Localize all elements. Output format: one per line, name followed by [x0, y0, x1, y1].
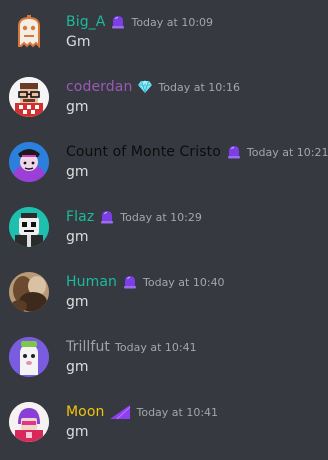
timestamp: Today at 10:40: [143, 275, 225, 289]
timestamp: Today at 10:16: [158, 80, 240, 94]
message-header: coderdan Today at 10:16: [66, 77, 240, 97]
message-item: Trillfut Today at 10:41 gm: [0, 337, 328, 397]
username[interactable]: Count of Monte Cristo: [66, 144, 221, 160]
timestamp: Today at 10:41: [136, 405, 219, 419]
alien-avatar-icon[interactable]: [9, 337, 49, 377]
diamond-icon[interactable]: [137, 79, 153, 95]
message-header: Moon Today at 10:41: [66, 402, 218, 422]
purple-orb-icon[interactable]: [99, 209, 115, 225]
username[interactable]: Big_A: [66, 14, 105, 30]
purple-orb-icon[interactable]: [122, 274, 138, 290]
message-content: Gm: [66, 34, 91, 50]
glasses-avatar-icon[interactable]: [9, 77, 49, 117]
message-header: Trillfut Today at 10:41: [66, 337, 197, 357]
message-item: Human Today at 10:40 gm: [0, 272, 328, 332]
hat-avatar-icon[interactable]: [9, 142, 49, 182]
purple-wedge-icon[interactable]: [109, 404, 131, 420]
helmet-avatar-icon[interactable]: [9, 402, 49, 442]
message-item: Flaz Today at 10:29 gm: [0, 207, 328, 267]
robot-avatar-icon[interactable]: [9, 207, 49, 247]
message-content: gm: [66, 99, 89, 115]
purple-orb-icon[interactable]: [110, 14, 126, 30]
message-content: gm: [66, 424, 89, 440]
username[interactable]: Human: [66, 274, 117, 290]
username[interactable]: Trillfut: [66, 339, 110, 355]
photo-avatar-icon[interactable]: [9, 272, 49, 312]
message-content: gm: [66, 359, 89, 375]
message-header: Count of Monte Cristo Today at 10:21: [66, 142, 328, 162]
username[interactable]: Moon: [66, 404, 104, 420]
timestamp: Today at 10:29: [120, 210, 202, 224]
message-content: gm: [66, 294, 89, 310]
purple-orb-icon[interactable]: [226, 144, 242, 160]
message-content: gm: [66, 164, 89, 180]
message-item: Big_A Today at 10:09 Gm: [0, 12, 328, 72]
message-list: Big_A Today at 10:09 Gm coderdan Today a…: [0, 0, 328, 460]
timestamp: Today at 10:41: [115, 340, 197, 354]
message-header: Human Today at 10:40: [66, 272, 225, 292]
message-item: Count of Monte Cristo Today at 10:21 gm: [0, 142, 328, 202]
message-header: Flaz Today at 10:29: [66, 207, 202, 227]
ghost-avatar-icon[interactable]: [9, 12, 49, 52]
timestamp: Today at 10:21: [246, 145, 328, 159]
username[interactable]: Flaz: [66, 209, 94, 225]
message-item: Moon Today at 10:41 gm: [0, 402, 328, 460]
message-item: coderdan Today at 10:16 gm: [0, 77, 328, 137]
message-header: Big_A Today at 10:09: [66, 12, 213, 32]
username[interactable]: coderdan: [66, 79, 132, 95]
timestamp: Today at 10:09: [131, 15, 214, 29]
message-content: gm: [66, 229, 89, 245]
